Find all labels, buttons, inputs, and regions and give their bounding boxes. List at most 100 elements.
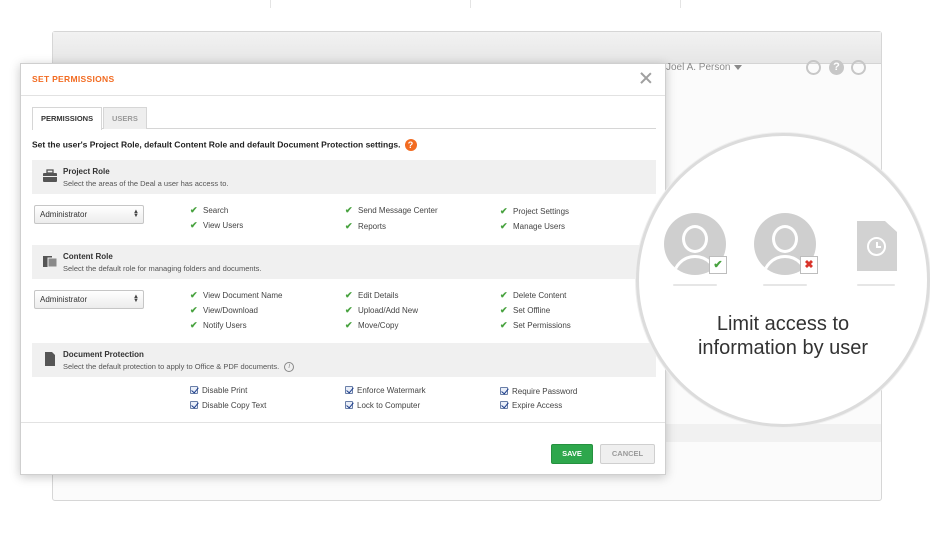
app-header-bar [53, 32, 881, 64]
protection-option[interactable]: Lock to Computer [345, 401, 420, 410]
briefcase-icon [43, 169, 57, 182]
user-menu[interactable]: Joel A. Person [666, 62, 743, 73]
check-icon: ✔ [190, 305, 198, 315]
save-button[interactable]: SAVE [551, 444, 593, 464]
document-protection-subtitle: Select the default protection to apply t… [63, 362, 295, 373]
check-icon: ✔ [345, 205, 353, 215]
dialog-header: SET PERMISSIONS [21, 64, 665, 96]
select-arrows-icon: ▲ ▼ [133, 209, 139, 219]
option-label: Require Password [512, 387, 578, 396]
document-protection-subtitle-text: Select the default protection to apply t… [63, 362, 280, 371]
tab-users[interactable]: USERS [103, 107, 147, 129]
help-icon[interactable]: ? [404, 139, 417, 151]
dialog-title: SET PERMISSIONS [32, 74, 115, 84]
divider [680, 0, 681, 8]
power-icon[interactable] [851, 60, 866, 75]
permission-label: Move/Copy [358, 321, 399, 330]
permission-label: View Document Name [203, 291, 283, 300]
permission-item: ✔ Upload/Add New [345, 305, 418, 316]
option-label: Enforce Watermark [357, 386, 426, 395]
permission-item: ✔ Move/Copy [345, 320, 398, 331]
check-icon: ✔ [500, 221, 508, 231]
permission-label: Delete Content [513, 291, 567, 300]
permission-label: Set Permissions [513, 321, 571, 330]
tab-bar: PERMISSIONS USERS [32, 107, 656, 130]
content-role-select[interactable]: Administrator ▲ ▼ [34, 290, 144, 309]
divider [673, 284, 717, 286]
help-icon[interactable]: ? [829, 60, 844, 75]
select-arrows-icon: ▲ ▼ [133, 294, 139, 304]
protection-option[interactable]: Disable Print [190, 386, 247, 395]
chevron-down-icon [734, 64, 743, 70]
permission-label: Set Offline [513, 306, 551, 315]
content-role-section: Content Role Select the default role for… [32, 245, 656, 279]
project-role-value: Administrator [40, 210, 88, 219]
check-icon: ✔ [500, 305, 508, 315]
permission-label: Notify Users [203, 321, 247, 330]
checkbox[interactable] [345, 401, 353, 409]
allowed-check-icon: ✔ [709, 256, 727, 274]
permission-label: Project Settings [513, 207, 570, 216]
check-icon: ✔ [345, 320, 353, 330]
callout-line: information by user [697, 337, 869, 359]
divider [857, 284, 895, 286]
clock-icon [867, 237, 886, 256]
permission-item: ✔ Project Settings [500, 206, 569, 217]
permission-item: ✔ Set Offline [500, 305, 550, 316]
protection-option[interactable]: Disable Copy Text [190, 401, 266, 410]
feature-callout: ✔ ✖ Limit access to information by user [636, 133, 930, 427]
check-icon: ✔ [345, 305, 353, 315]
divider [470, 0, 471, 8]
checkbox[interactable] [190, 401, 198, 409]
cancel-button[interactable]: CANCEL [600, 444, 655, 464]
content-role-title: Content Role [63, 252, 113, 261]
option-label: Disable Print [202, 386, 248, 395]
option-label: Expire Access [512, 401, 563, 410]
content-role-subtitle: Select the default role for managing fol… [63, 264, 262, 273]
footer-divider [21, 422, 665, 423]
permission-item: ✔ Manage Users [500, 221, 565, 232]
documents-icon [43, 256, 58, 268]
checkbox[interactable] [190, 386, 198, 394]
permission-item: ✔ Send Message Center [345, 205, 438, 216]
permission-item: ✔ Search [190, 205, 228, 216]
info-icon[interactable]: i [284, 362, 295, 373]
protection-option[interactable]: Require Password [500, 387, 577, 396]
instruction-label: Set the user's Project Role, default Con… [32, 139, 401, 150]
project-role-select[interactable]: Administrator ▲ ▼ [34, 205, 144, 224]
check-icon: ✔ [190, 320, 198, 330]
divider [763, 284, 807, 286]
project-role-title: Project Role [63, 167, 110, 176]
callout-caption: Limit access to information by user [639, 312, 927, 360]
check-icon: ✔ [190, 205, 198, 215]
callout-line: Limit access to [716, 313, 850, 335]
permission-label: Manage Users [513, 222, 566, 231]
set-permissions-dialog: SET PERMISSIONS PERMISSIONS USERS Set th… [20, 63, 666, 475]
messages-icon[interactable] [806, 60, 821, 75]
denied-x-icon: ✖ [800, 256, 818, 274]
project-role-section: Project Role Select the areas of the Dea… [32, 160, 656, 194]
permission-item: ✔ Edit Details [345, 290, 398, 301]
close-icon[interactable] [639, 71, 653, 85]
protection-option[interactable]: Enforce Watermark [345, 386, 426, 395]
permission-item: ✔ View Users [190, 220, 243, 231]
permission-label: Search [203, 206, 229, 215]
check-icon: ✔ [345, 221, 353, 231]
permission-item: ✔ Reports [345, 221, 386, 232]
protection-option[interactable]: Expire Access [500, 401, 562, 410]
tab-permissions[interactable]: PERMISSIONS [32, 107, 103, 130]
check-icon: ✔ [500, 206, 508, 216]
permission-item: ✔ Delete Content [500, 290, 566, 301]
option-label: Disable Copy Text [202, 401, 267, 410]
checkbox[interactable] [500, 387, 508, 395]
check-icon: ✔ [500, 320, 508, 330]
checkbox[interactable] [345, 386, 353, 394]
check-icon: ✔ [345, 290, 353, 300]
permission-item: ✔ View/Download [190, 305, 258, 316]
permission-label: Send Message Center [358, 206, 438, 215]
check-icon: ✔ [190, 290, 198, 300]
option-label: Lock to Computer [357, 401, 421, 410]
checkbox[interactable] [500, 401, 508, 409]
document-protection-title: Document Protection [63, 350, 144, 359]
document-protection-section: Document Protection Select the default p… [32, 343, 656, 377]
